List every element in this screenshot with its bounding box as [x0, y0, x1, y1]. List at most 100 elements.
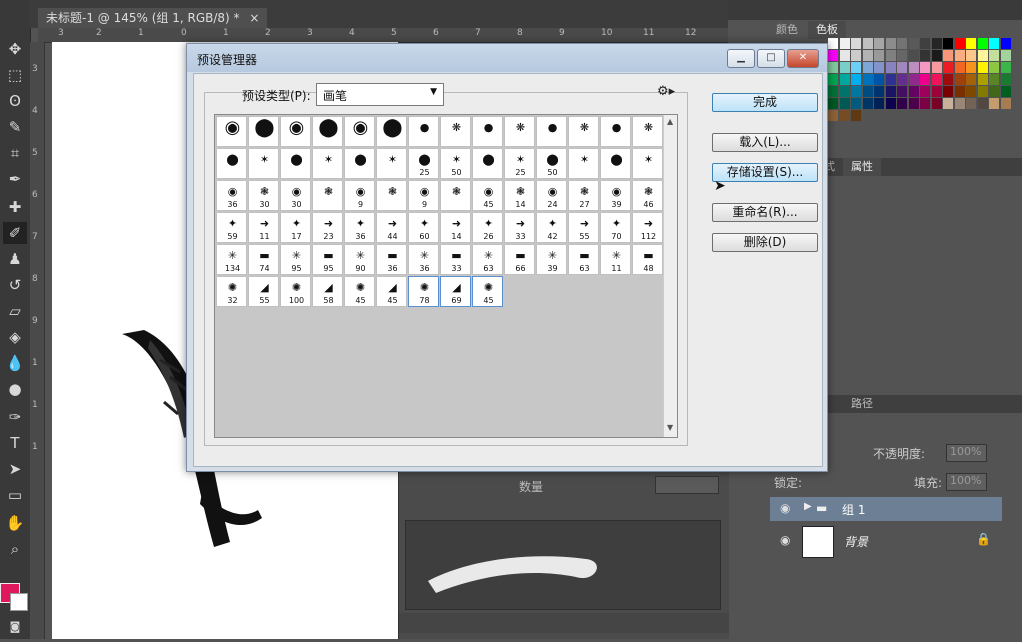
eye-icon[interactable]: ◉	[780, 501, 790, 515]
tab-properties[interactable]: 属性	[843, 158, 881, 176]
done-button[interactable]: 完成	[712, 93, 818, 112]
brush-preset-tile[interactable]: ▬ 66	[504, 244, 535, 275]
expand-arrow-icon[interactable]: ▶	[804, 501, 812, 512]
brush-preset-tile[interactable]: ✦ 36	[344, 212, 375, 243]
brush-preset-tile[interactable]: ✦ 26	[472, 212, 503, 243]
color-swatch[interactable]	[931, 98, 942, 109]
paint-bucket-tool-icon[interactable]: ◈	[3, 326, 27, 348]
color-swatch[interactable]	[851, 98, 861, 109]
color-swatch[interactable]	[851, 38, 861, 49]
color-swatch[interactable]	[920, 50, 930, 61]
color-swatch[interactable]	[828, 62, 838, 73]
color-swatch[interactable]	[851, 50, 861, 61]
eyedropper-tool-icon[interactable]: ✒	[3, 168, 27, 190]
lasso-tool-icon[interactable]: ʘ	[3, 90, 27, 112]
color-swatch[interactable]	[1000, 38, 1011, 49]
brush-preset-tile[interactable]: ✳ 90	[344, 244, 375, 275]
color-swatch[interactable]	[966, 38, 976, 49]
color-swatch[interactable]	[977, 86, 988, 97]
color-swatch[interactable]	[874, 74, 884, 85]
brush-preset-tile[interactable]: ➜ 11	[248, 212, 279, 243]
color-swatch[interactable]	[874, 62, 884, 73]
color-swatch[interactable]	[1000, 86, 1011, 97]
brush-preset-tile[interactable]: ❃ 27	[568, 180, 599, 211]
color-swatch[interactable]	[931, 86, 942, 97]
brush-preset-tile[interactable]: ✳ 36	[408, 244, 439, 275]
tab-color[interactable]: 颜色	[768, 21, 806, 39]
history-brush-tool-icon[interactable]: ↺	[3, 274, 27, 296]
zoom-tool-icon[interactable]: ⌕	[3, 538, 27, 560]
color-swatch[interactable]	[885, 74, 896, 85]
color-swatch[interactable]	[885, 86, 896, 97]
brush-preset-tile[interactable]: ⬤	[312, 116, 343, 147]
close-tab-icon[interactable]: ×	[249, 11, 259, 25]
color-swatch[interactable]	[839, 110, 850, 121]
color-swatch[interactable]	[851, 62, 861, 73]
brush-preset-tile[interactable]: ⬤	[280, 148, 311, 179]
crop-tool-icon[interactable]: ⌗	[3, 142, 27, 164]
fill-field[interactable]: 100%	[946, 473, 987, 491]
load-button[interactable]: 载入(L)...	[712, 133, 818, 152]
color-swatch[interactable]	[989, 62, 999, 73]
brush-preset-tile[interactable]: ⬤	[376, 116, 407, 147]
dodge-tool-icon[interactable]: ●	[3, 378, 27, 400]
brush-preset-tile[interactable]: ▬ 74	[248, 244, 279, 275]
brush-preset-tile[interactable]: ✺ 45	[344, 276, 375, 307]
color-swatch[interactable]	[1000, 74, 1011, 85]
color-swatch[interactable]	[920, 98, 930, 109]
color-swatch[interactable]	[931, 38, 942, 49]
brush-preset-tile[interactable]: ◉ 24	[536, 180, 567, 211]
scroll-down-icon[interactable]: ▼	[667, 423, 673, 432]
brush-preset-tile[interactable]: ●	[600, 116, 631, 147]
hand-tool-icon[interactable]: ✋	[3, 512, 27, 534]
color-swatch[interactable]	[851, 110, 861, 121]
brush-preset-tile[interactable]: ❋	[632, 116, 663, 147]
color-swatch[interactable]	[977, 62, 988, 73]
brush-preset-tile[interactable]: ✳ 11	[600, 244, 631, 275]
color-swatch[interactable]	[989, 38, 999, 49]
delete-button[interactable]: 删除(D)	[712, 233, 818, 252]
color-swatch[interactable]	[931, 50, 942, 61]
blur-tool-icon[interactable]: 💧	[3, 352, 27, 374]
brush-preset-tile[interactable]: ❃ 14	[504, 180, 535, 211]
layer-row-group1[interactable]: ◉ ▶ ▬ 组 1	[770, 497, 1002, 521]
color-swatch[interactable]	[943, 38, 953, 49]
brush-preset-tile[interactable]: ✶	[312, 148, 343, 179]
gear-icon[interactable]: ⚙▸	[657, 84, 675, 99]
color-swatch[interactable]	[977, 74, 988, 85]
brush-tool-icon[interactable]: ✐	[3, 222, 27, 244]
color-swatch[interactable]	[885, 50, 896, 61]
color-swatch[interactable]	[954, 50, 965, 61]
color-swatch[interactable]	[954, 38, 965, 49]
color-swatch[interactable]	[977, 98, 988, 109]
color-swatch[interactable]	[943, 62, 953, 73]
brush-preset-tile[interactable]: ❃	[312, 180, 343, 211]
brush-preset-tile[interactable]: ▬ 63	[568, 244, 599, 275]
eraser-tool-icon[interactable]: ▱	[3, 300, 27, 322]
brush-preset-tile[interactable]: ✦ 59	[216, 212, 247, 243]
layer-row-background[interactable]: ◉ 背景 🔒	[770, 524, 1002, 558]
color-swatch[interactable]	[954, 86, 965, 97]
color-swatch[interactable]	[943, 86, 953, 97]
path-select-tool-icon[interactable]: ➤	[3, 458, 27, 480]
color-swatch[interactable]	[897, 38, 907, 49]
scroll-up-icon[interactable]: ▲	[667, 117, 673, 126]
brush-preset-tile[interactable]: ➜ 55	[568, 212, 599, 243]
brush-preset-tile[interactable]: ◉ 45	[472, 180, 503, 211]
brush-preset-tile[interactable]: ➜ 112	[632, 212, 663, 243]
brush-preset-tile[interactable]: ❋	[440, 116, 471, 147]
background-color-swatch[interactable]	[10, 593, 28, 611]
healing-tool-icon[interactable]: ✚	[3, 196, 27, 218]
tab-paths[interactable]: 路径	[843, 395, 881, 413]
brush-preset-grid[interactable]: ◉ ⬤ ◉ ⬤ ◉ ⬤ ● ❋ ● ❋ ● ❋ ● ❋ ⬤ ✶ ⬤ ✶ ⬤ ✶ ⬤ 25 ✶ 50 ⬤ ✶ 25 ⬤ 50 ✶ ⬤ ✶ ◉ 36 ❃…	[214, 114, 678, 438]
brush-preset-tile[interactable]: ✺ 100	[280, 276, 311, 307]
tab-swatches[interactable]: 色板	[808, 21, 846, 39]
brush-preset-tile[interactable]: ⬤	[472, 148, 503, 179]
brush-preset-tile[interactable]: ❋	[504, 116, 535, 147]
brush-preset-tile[interactable]: ➜ 44	[376, 212, 407, 243]
brush-preset-tile[interactable]: ◉	[280, 116, 311, 147]
color-swatch[interactable]	[943, 98, 953, 109]
color-swatch[interactable]	[966, 62, 976, 73]
brush-preset-tile[interactable]: ▬ 33	[440, 244, 471, 275]
brush-preset-tile[interactable]: ✳ 63	[472, 244, 503, 275]
